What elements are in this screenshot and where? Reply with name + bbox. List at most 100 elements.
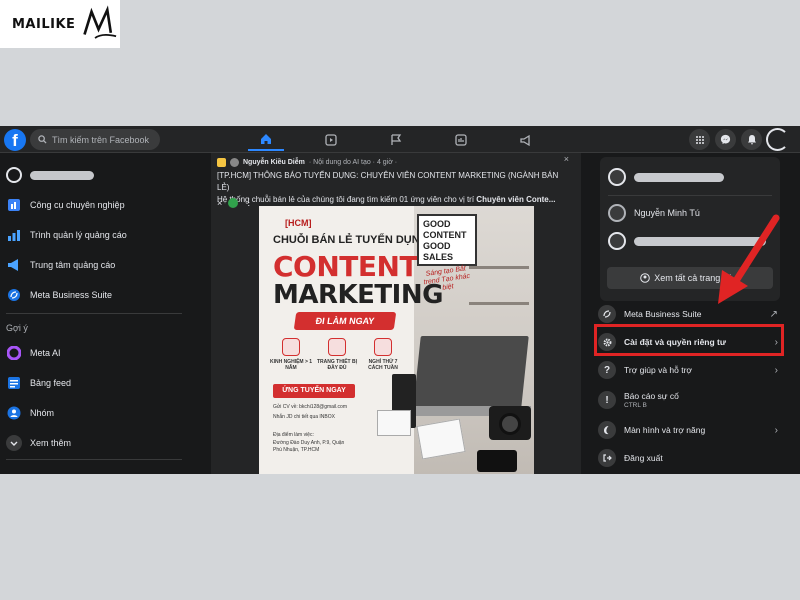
profiles-icon [640,273,651,283]
menu-grid-button[interactable] [689,129,710,150]
profile-shortcut[interactable] [6,163,94,187]
sidebar-item-feed[interactable]: Bảng feed [6,371,71,395]
post-author[interactable]: Nguyễn Kiều Diễm [243,159,305,166]
sidebar-item-label: Trung tâm quảng cáo [30,260,116,270]
feature-experience: KINH NGHIỆM > 1 NĂM [269,338,313,371]
left-sidebar: Công cụ chuyên nghiệp Trình quản lý quản… [0,153,210,474]
menu-item-display[interactable]: Màn hình và trợ năng › [596,417,782,443]
section-title-suggestions: Gợi ý [6,323,28,333]
business-suite-icon [598,305,616,323]
post-text-line1: [TP.HCM] THÔNG BÁO TUYỂN DỤNG: CHUYÊN VI… [217,171,559,192]
megaphone-icon [520,134,530,146]
poster-ribbon: ĐI LÀM NGAY [293,312,397,330]
account-avatar[interactable] [766,128,789,151]
sidebar-item-label: Trình quản lý quảng cáo [30,230,127,240]
profile-row-current[interactable] [608,165,724,189]
flag-icon [391,133,402,145]
close-icon[interactable]: × [564,154,569,164]
chevron-right-icon: › [774,364,778,376]
report-icon: ! [598,391,616,409]
blurred-name [30,170,94,180]
sidebar-item-see-more[interactable]: Xem thêm [6,431,71,455]
feature-equipment: TRANG THIẾT BỊ ĐẦY ĐỦ [315,338,359,371]
messenger-icon [720,134,731,145]
search-icon [38,135,47,144]
blurred-name [634,172,724,182]
poster-big-1: CONTENT [273,250,419,283]
messenger-button[interactable] [715,129,736,150]
avatar [608,204,626,222]
avatar [608,168,626,186]
sidebar-item-ad-center[interactable]: Trung tâm quảng cáo [6,253,115,277]
emoji-icon [217,157,226,167]
top-navigation-bar: f [0,126,800,153]
sidebar-item-ads-manager[interactable]: Trình quản lý quảng cáo [6,223,127,247]
more-icon[interactable]: ⋮ [244,197,253,208]
menu-item-report-problem[interactable]: ! Báo cáo sự cố CTRL B [596,385,782,415]
sidebar-item-label: Meta AI [30,348,61,358]
ads-manager-icon [6,227,22,243]
notifications-button[interactable] [741,129,762,150]
post-text-line2: Hệ thống chuỗi bán lẻ của chúng tôi đang… [217,195,556,204]
post-text: [TP.HCM] THÔNG BÁO TUYỂN DỤNG: CHUYÊN VI… [217,170,572,206]
laptop-icon [328,338,346,356]
apply-now-badge: ỨNG TUYỂN NGAY [273,384,355,398]
camera-lens [499,413,521,435]
menu-item-help[interactable]: ? Trợ giúp và hỗ trợ › [596,357,782,383]
tab-home[interactable] [248,128,284,151]
tab-ads[interactable] [508,128,544,151]
tab-video[interactable] [313,128,349,151]
business-suite-icon [6,287,22,303]
sidebar-item-business-suite[interactable]: Meta Business Suite [6,283,112,307]
lightbulb-icon [282,338,300,356]
card-divider [608,195,772,196]
logout-icon [598,449,616,467]
poster-big-2: MARKETING [273,280,443,310]
profile-name: Nguyễn Minh Tú [634,208,700,218]
facebook-window: f Tìm kiếm trên Facebook Công cụ chuyên … [0,126,800,474]
tab-pages[interactable] [378,128,414,151]
post-meta: · Nội dung do AI tạo · 4 giờ · [308,158,398,166]
shelf [469,266,529,269]
sidebar-item-meta-ai[interactable]: Meta AI [6,341,61,365]
facebook-logo-icon[interactable]: f [4,129,26,151]
contact-inbox: Nhắn JD chi tiết qua INBOX [273,414,335,420]
feed-icon [6,375,22,391]
ml-logo-mark [83,5,117,39]
sidebar-item-label: Xem thêm [30,438,72,448]
moon-icon [598,421,616,439]
avatar[interactable] [230,157,239,167]
poster-headline: CHUỖI BÁN LẺ TUYỂN DỤNG [273,234,429,246]
grid-icon [695,135,704,144]
post-header: Nguyễn Kiều Diễm · Nội dung do AI tạo · … [217,155,397,169]
search-input[interactable] [52,134,157,145]
feature-saturday-off: NGHỈ THỨ 7 CÁCH TUẦN [361,338,405,371]
highlight-box [594,324,784,356]
profile-row-minh-tu[interactable]: Nguyễn Minh Tú [608,201,700,225]
dashboard-icon [455,133,467,146]
avatar [6,167,22,183]
groups-icon [6,405,22,421]
sidebar-item-groups[interactable]: Nhóm [6,401,54,425]
menu-item-logout[interactable]: Đăng xuất [596,445,782,471]
meta-ai-icon [6,345,22,361]
sidebar-item-label: Bảng feed [30,378,72,388]
notebook-image [377,410,411,436]
sidebar-item-label: Meta Business Suite [30,290,113,300]
job-poster-image[interactable]: [HCM] CHUỖI BÁN LẺ TUYỂN DỤNG CONTENT MA… [259,206,534,474]
search-box[interactable] [30,129,160,150]
download-icon[interactable] [228,197,239,208]
feed-post: Nguyễn Kiều Diễm · Nội dung do AI tạo · … [211,153,581,474]
mailike-logo: MAILIKE [0,0,120,48]
chevron-down-icon [6,435,22,451]
address-label: Địa điểm làm việc: [273,432,314,438]
sidebar-item-label: Nhóm [30,408,55,418]
megaphone-icon [6,257,22,273]
home-icon [261,133,271,144]
tab-dashboard[interactable] [443,128,479,151]
sidebar-item-pro-tools[interactable]: Công cụ chuyên nghiệp [6,193,125,217]
help-icon: ? [598,361,616,379]
logo-text: MAILIKE [12,16,76,32]
close-icon[interactable]: × [217,198,222,208]
chevron-right-icon: › [774,424,778,436]
